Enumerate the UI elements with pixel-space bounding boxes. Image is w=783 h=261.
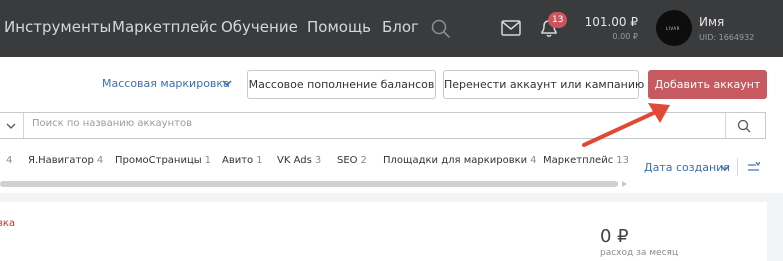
platform-tabs: 4 Я.Навигатор 4 ПромоСтраницы 1 Авито 1 VK … (0, 155, 640, 169)
nav-help[interactable]: Помощь (307, 18, 371, 36)
mail-icon[interactable] (501, 20, 521, 36)
sort-order-icon[interactable] (748, 162, 760, 172)
user-uid: UID: 1664932 (699, 33, 755, 42)
chevron-down-icon[interactable] (720, 164, 730, 172)
nav-learning[interactable]: Обучение (221, 18, 298, 36)
search-icon[interactable] (431, 19, 451, 39)
add-account-button[interactable]: Добавить аккаунт (648, 70, 767, 99)
balance-secondary: 0.00 ₽ (612, 32, 638, 41)
nav-blog[interactable]: Блог (382, 18, 419, 36)
avatar[interactable]: LIVAR (656, 10, 692, 46)
tab-partial[interactable]: 4 (3, 155, 12, 166)
nav-tools[interactable]: Инструменты (4, 18, 111, 36)
account-card: вка 0 ₽ расход за месяц (0, 202, 767, 261)
monthly-spend-amount: 0 ₽ (600, 226, 629, 247)
scroll-right-icon[interactable] (621, 181, 627, 187)
tab-seo[interactable]: SEO 2 (337, 155, 367, 166)
notifications-badge: 13 (548, 12, 568, 28)
tab-promo-pages[interactable]: ПромоСтраницы 1 (115, 155, 211, 166)
user-name[interactable]: Имя (699, 15, 724, 29)
tab-avito[interactable]: Авито 1 (222, 155, 263, 166)
sort-divider (737, 158, 738, 176)
chevron-down-icon[interactable] (222, 79, 232, 87)
tab-marking-platforms[interactable]: Площадки для маркировки 4 (383, 155, 537, 166)
nav-marketplace[interactable]: Маркетплейс (112, 18, 217, 36)
filter-chevron-icon[interactable] (6, 122, 16, 130)
accounts-panel: Массовая маркировка Массовое пополнение … (0, 57, 783, 193)
top-navigation-bar: Инструменты Маркетплейс Обучение Помощь … (0, 0, 783, 57)
transfer-account-button[interactable]: Перенести аккаунт или кампанию (443, 70, 644, 99)
search-button-divider (725, 113, 726, 138)
avatar-logo-text: LIVAR (666, 26, 680, 31)
balance-main[interactable]: 101.00 ₽ (580, 15, 638, 29)
tab-marketplace[interactable]: Маркетплейс 13 (543, 155, 629, 166)
search-divider (23, 113, 24, 138)
account-search-bar: Поиск по названию аккаунтов (0, 112, 766, 139)
search-icon[interactable] (737, 119, 751, 133)
tab-vk-ads[interactable]: VK Ads 3 (277, 155, 321, 166)
monthly-spend-caption: расход за месяц (600, 248, 679, 258)
tabs-scrollbar-thumb[interactable] (0, 181, 618, 187)
card-status-text[interactable]: вка (0, 218, 15, 229)
mass-marking-dropdown[interactable]: Массовая маркировка (102, 77, 230, 90)
tab-yandex-navigator[interactable]: Я.Навигатор 4 (28, 155, 103, 166)
search-input[interactable]: Поиск по названию аккаунтов (32, 118, 192, 129)
mass-topup-button[interactable]: Массовое пополнение балансов (247, 70, 436, 99)
sort-dropdown[interactable]: Дата создания (644, 161, 730, 174)
